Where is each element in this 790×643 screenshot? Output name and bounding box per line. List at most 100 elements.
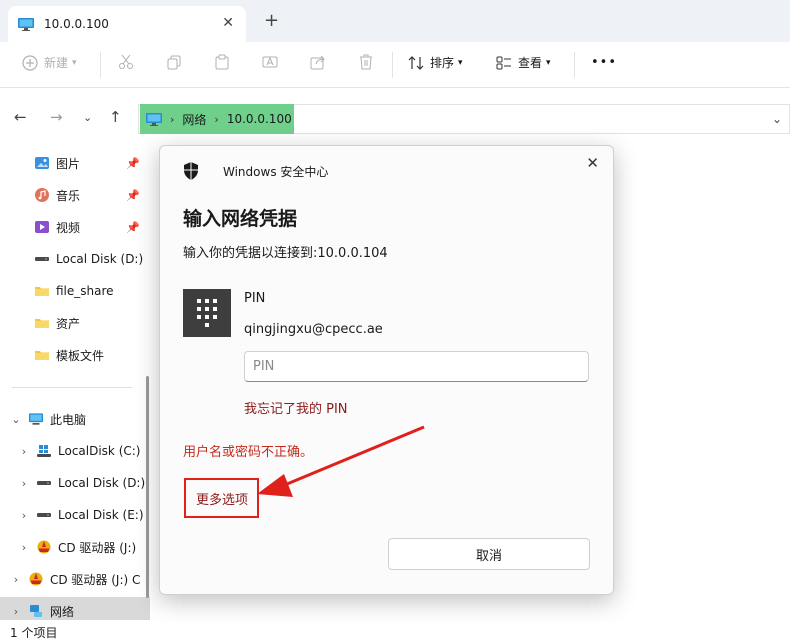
- account-name: qingjingxu@cpecc.ae: [244, 322, 383, 337]
- credential-dialog: Windows 安全中心 ✕ 输入网络凭据 输入你的凭据以连接到:10.0.0.…: [159, 145, 614, 595]
- sidebar-item-label: Local Disk (E:): [58, 508, 144, 522]
- chevron-right-icon[interactable]: ›: [17, 509, 31, 522]
- tab-close-icon[interactable]: ✕: [222, 15, 234, 31]
- chevron-right-icon[interactable]: ›: [17, 445, 31, 458]
- chevron-right-icon[interactable]: ›: [17, 477, 31, 490]
- chevron-right-icon: ›: [214, 112, 219, 126]
- sidebar-item-label: Local Disk (D:): [56, 252, 144, 266]
- new-button[interactable]: 新建 ▾: [22, 54, 77, 71]
- folder-icon: [35, 287, 49, 296]
- copy-icon[interactable]: [166, 54, 182, 70]
- sidebar-item-label: CD 驱动器 (J:) C: [50, 572, 141, 587]
- cut-icon[interactable]: [118, 54, 134, 70]
- sidebar-item-local-disk-d2[interactable]: › Local Disk (D:): [0, 469, 150, 497]
- sidebar-item-music[interactable]: 音乐 📌: [0, 181, 150, 209]
- drive-icon: [35, 257, 49, 261]
- monitor-icon: [18, 17, 34, 31]
- pin-keypad-icon: [183, 289, 231, 337]
- sidebar-item-local-disk-e[interactable]: › Local Disk (E:): [0, 501, 150, 529]
- monitor-icon: [146, 112, 162, 126]
- tab-title: 10.0.0.100: [44, 17, 109, 31]
- plus-circle-icon: [22, 54, 38, 71]
- sidebar-item-pictures[interactable]: 图片 📌: [0, 149, 150, 177]
- sidebar-item-videos[interactable]: 视频 📌: [0, 213, 150, 241]
- pin-icon[interactable]: 📌: [126, 189, 140, 202]
- back-arrow-icon[interactable]: ←: [14, 108, 27, 126]
- item-count: 1 个项目: [10, 626, 58, 640]
- command-bar: 新建 ▾ 排序 ▾ 查看 ▾ •••: [0, 42, 790, 88]
- close-icon[interactable]: ✕: [586, 154, 599, 172]
- more-options-button[interactable]: •••: [591, 55, 617, 70]
- forward-arrow-icon[interactable]: →: [50, 108, 63, 126]
- sidebar-item-label: LocalDisk (C:): [58, 444, 141, 458]
- sidebar-item-label: 网络: [50, 604, 75, 619]
- paste-icon[interactable]: [214, 54, 230, 70]
- pin-icon[interactable]: 📌: [126, 221, 140, 234]
- sidebar-item-this-pc[interactable]: ⌄ 此电脑: [0, 405, 150, 433]
- tab-bar: 10.0.0.100 ✕ +: [0, 0, 790, 42]
- chevron-right-icon: ›: [170, 112, 175, 126]
- breadcrumb[interactable]: › 网络 › 10.0.0.100: [140, 104, 294, 134]
- new-tab-button[interactable]: +: [264, 10, 279, 31]
- shield-icon: [184, 162, 198, 180]
- dialog-subtitle: 输入你的凭据以连接到:10.0.0.104: [183, 246, 388, 261]
- drive-icon: [37, 481, 51, 485]
- dialog-app-name: Windows 安全中心: [223, 165, 329, 179]
- chevron-down-icon: ▾: [458, 57, 463, 68]
- monitor-icon: [29, 413, 43, 425]
- sidebar-item-label: 视频: [56, 220, 81, 235]
- dialog-heading: 输入网络凭据: [183, 208, 298, 230]
- chevron-right-icon[interactable]: ›: [17, 541, 31, 554]
- view-button[interactable]: 查看 ▾: [496, 54, 551, 71]
- chevron-down-icon[interactable]: ⌄: [9, 413, 23, 426]
- sidebar-item-file-share[interactable]: file_share: [0, 277, 150, 305]
- address-dropdown-icon[interactable]: ⌄: [772, 112, 782, 126]
- chevron-down-icon: ▾: [72, 57, 77, 68]
- rename-icon[interactable]: [262, 54, 278, 70]
- view-button-label: 查看: [518, 56, 543, 70]
- sidebar-item-label: Local Disk (D:): [58, 476, 146, 490]
- sidebar-scrollbar[interactable]: [146, 376, 149, 598]
- sidebar-item-network[interactable]: › 网络: [0, 597, 150, 620]
- chevron-right-icon[interactable]: ›: [9, 573, 23, 586]
- toolbar-divider: [392, 52, 393, 78]
- pin-icon[interactable]: 📌: [126, 157, 140, 170]
- sidebar-item-cd-drive-root[interactable]: › CD 驱动器 (J:) C: [0, 565, 150, 593]
- share-icon[interactable]: [310, 54, 326, 70]
- sidebar-item-label: 资产: [56, 316, 81, 331]
- cancel-button[interactable]: 取消: [388, 538, 590, 570]
- toolbar-divider: [574, 52, 575, 78]
- sidebar-item-templates[interactable]: 模板文件: [0, 341, 150, 369]
- sort-button-label: 排序: [430, 56, 455, 70]
- sidebar-item-label: file_share: [56, 284, 114, 298]
- videos-icon: [35, 221, 49, 233]
- breadcrumb-network[interactable]: 网络: [182, 111, 206, 128]
- cd-drive-logo-icon: [37, 540, 51, 554]
- network-icon: [30, 605, 42, 617]
- navigation-pane: 图片 📌 音乐 📌 视频 📌 Local Disk (D:) file_shar…: [0, 140, 150, 620]
- view-icon: [496, 56, 511, 69]
- forgot-pin-link[interactable]: 我忘记了我的 PIN: [244, 398, 348, 417]
- sidebar-item-local-disk-d[interactable]: Local Disk (D:): [0, 245, 150, 273]
- music-icon: [35, 188, 49, 202]
- sidebar-item-label: 模板文件: [56, 348, 105, 363]
- credential-type-label: PIN: [244, 291, 266, 306]
- up-arrow-icon[interactable]: ↑: [109, 108, 122, 126]
- tab-10-0-0-100[interactable]: 10.0.0.100 ✕: [8, 6, 246, 42]
- cd-drive-logo-icon: [29, 572, 43, 586]
- recent-chevron-icon[interactable]: ⌄: [83, 111, 92, 124]
- more-options-link[interactable]: 更多选项: [196, 489, 248, 508]
- chevron-right-icon[interactable]: ›: [9, 605, 23, 618]
- sort-button[interactable]: 排序 ▾: [408, 54, 463, 71]
- sidebar-item-label: 图片: [56, 156, 81, 171]
- pictures-icon: [35, 157, 49, 169]
- breadcrumb-host[interactable]: 10.0.0.100: [227, 112, 292, 126]
- sidebar-item-assets[interactable]: 资产: [0, 309, 150, 337]
- pin-input[interactable]: [244, 351, 589, 382]
- sidebar-item-cd-drive[interactable]: › CD 驱动器 (J:): [0, 533, 150, 561]
- chevron-down-icon: ▾: [546, 57, 551, 68]
- toolbar-divider: [100, 52, 101, 78]
- sidebar-item-local-disk-c[interactable]: › LocalDisk (C:): [0, 437, 150, 465]
- delete-icon[interactable]: [358, 54, 374, 70]
- error-message: 用户名或密码不正确。: [183, 445, 314, 460]
